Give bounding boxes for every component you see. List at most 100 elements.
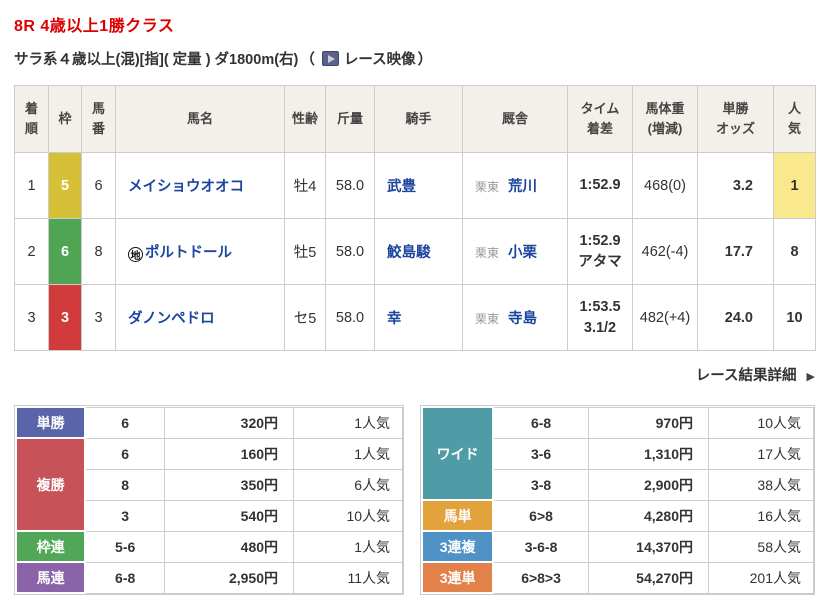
horse-name-cell: 地ポルトドール: [115, 218, 285, 285]
race-results-table: 着順 枠 馬番 馬名 性齢 斤量 騎手 厩舎 タイム 着差 馬体重 (増減) 単勝オ…: [14, 85, 816, 351]
number-cell: 6: [81, 152, 116, 219]
jockey-link[interactable]: 武豊: [387, 179, 416, 195]
payout-amount: 970円: [587, 406, 710, 439]
jockey-link[interactable]: 鮫島駿: [387, 245, 431, 261]
stable-cell: 栗東 荒川: [462, 152, 568, 219]
col-header-sex-age: 性齢: [284, 85, 326, 153]
col-header-number: 馬番: [81, 85, 116, 153]
payout-amount: 4,280円: [587, 499, 710, 532]
bet-type-label-quinella: 馬連: [14, 561, 87, 594]
payout-row-place: 複勝 6 160円 1人気: [14, 437, 404, 532]
combination: 3-8: [492, 468, 589, 501]
payout-popularity: 11人気: [293, 561, 404, 594]
bet-type-label-wide: ワイド: [421, 406, 495, 501]
stable-region: 栗東: [475, 180, 500, 194]
payout-row-trio: 3連複 3-6-8 14,370円 58人気: [421, 530, 814, 563]
col-header-position: 着順: [14, 85, 49, 153]
time-margin-cell: 1:52.9 アタマ: [567, 218, 633, 285]
time-margin-cell: 1:52.9: [567, 152, 633, 219]
payout-amount: 480円: [163, 530, 295, 563]
race-result-page: 8R 4歳以上1勝クラス サラ系４歳以上(混)[指]( 定量 ) ダ1800m(…: [0, 0, 825, 595]
payout-popularity: 58人気: [708, 530, 814, 563]
horse-name-link[interactable]: メイショウオオコ: [128, 179, 244, 195]
race-video-icon[interactable]: [321, 51, 339, 66]
paren-open: （: [300, 52, 315, 68]
payout-row-exacta: 馬単 6>8 4,280円 16人気: [421, 499, 814, 532]
combination: 3-6: [492, 437, 589, 470]
combination: 3-6-8: [492, 530, 589, 563]
col-header-weight: 斤量: [325, 85, 375, 153]
col-header-stable: 厩舎: [462, 85, 568, 153]
paren-close: ）: [417, 52, 433, 68]
horse-name-link[interactable]: ポルトドール: [145, 245, 232, 261]
payout-popularity: 10人気: [293, 499, 404, 532]
combination: 5-6: [84, 530, 166, 563]
combination: 6: [84, 437, 166, 470]
frame-cell: 6: [48, 218, 82, 285]
horse-name-cell: ダノンペドロ: [115, 284, 285, 351]
body-weight-cell: 468(0): [632, 152, 698, 219]
payout-amount: 1,310円: [587, 437, 710, 470]
payout-popularity: 1人気: [293, 406, 404, 439]
position-cell: 2: [14, 218, 49, 285]
payout-amount: 160円: [163, 437, 295, 470]
bet-type-label-trio: 3連複: [421, 530, 495, 563]
payout-popularity: 17人気: [708, 437, 814, 470]
odds-cell: 3.2: [697, 152, 774, 219]
popularity-cell: 10: [773, 284, 816, 351]
chevron-right-icon: ▶: [806, 371, 815, 383]
table-row: 3 3 3 ダノンペドロ セ5 58.0 幸 栗東 寺島 1:53.5 3.1/…: [14, 284, 816, 351]
results-header-row: 着順 枠 馬番 馬名 性齢 斤量 騎手 厩舎 タイム 着差 馬体重 (増減) 単勝オ…: [14, 85, 816, 153]
race-result-detail-label: レース結果詳細: [695, 368, 797, 384]
payout-row-trifecta: 3連単 6>8>3 54,270円 201人気: [421, 561, 814, 594]
combination: 6: [84, 406, 166, 439]
jockey-cell: 幸: [374, 284, 463, 351]
table-row: 1 5 6 メイショウオオコ 牡4 58.0 武豊 栗東 荒川 1:52.9 4…: [14, 152, 816, 219]
horse-name-link[interactable]: ダノンペドロ: [128, 311, 215, 327]
race-conditions: サラ系４歳以上(混)[指]( 定量 ) ダ1800m(右) （ レース映像 ）: [14, 48, 815, 69]
popularity-cell: 1: [773, 152, 816, 219]
col-header-time-margin: タイム 着差: [567, 85, 633, 153]
col-header-frame: 枠: [48, 85, 82, 153]
bet-type-label-win: 単勝: [14, 406, 87, 439]
trainer-link[interactable]: 寺島: [508, 311, 537, 327]
sex-age-cell: 牡4: [284, 152, 326, 219]
trainer-link[interactable]: 小栗: [508, 245, 537, 261]
position-cell: 3: [14, 284, 49, 351]
finish-time: 1:52.9: [579, 177, 621, 194]
race-conditions-text: サラ系４歳以上(混)[指]( 定量 ) ダ1800m(右): [14, 52, 299, 68]
margin: 3.1/2: [583, 319, 617, 336]
weight-cell: 58.0: [325, 284, 375, 351]
stable-region: 栗東: [475, 312, 500, 326]
payout-popularity: 1人気: [293, 437, 404, 470]
payout-popularity: 38人気: [708, 468, 814, 501]
payout-amount: 2,950円: [163, 561, 295, 594]
local-horse-mark: 地: [128, 247, 143, 262]
weight-cell: 58.0: [325, 152, 375, 219]
combination: 8: [84, 468, 166, 501]
payout-popularity: 6人気: [293, 468, 404, 501]
payout-amount: 540円: [163, 499, 295, 532]
bet-type-label-exacta: 馬単: [421, 499, 495, 532]
time-margin-cell: 1:53.5 3.1/2: [567, 284, 633, 351]
payout-row-bracket-quinella: 枠連 5-6 480円 1人気: [14, 530, 404, 563]
combination: 6-8: [492, 406, 589, 439]
col-header-horse: 馬名: [115, 85, 285, 153]
horse-name-cell: メイショウオオコ: [115, 152, 285, 219]
payout-table-left: 単勝 6 320円 1人気 複勝 6 160円 1人気 8 350円 6人気 3…: [14, 405, 405, 595]
stable-cell: 栗東 寺島: [462, 284, 568, 351]
race-result-detail-link[interactable]: レース結果詳細 ▶: [14, 364, 815, 385]
number-cell: 8: [81, 218, 116, 285]
jockey-cell: 武豊: [374, 152, 463, 219]
payout-amount: 350円: [163, 468, 295, 501]
combination: 3: [84, 499, 166, 532]
payout-amount: 320円: [163, 406, 295, 439]
sex-age-cell: 牡5: [284, 218, 326, 285]
jockey-link[interactable]: 幸: [387, 311, 402, 327]
margin: アタマ: [578, 253, 622, 270]
trainer-link[interactable]: 荒川: [508, 179, 537, 195]
bet-type-label-bracket-quinella: 枠連: [14, 530, 87, 563]
race-video-link[interactable]: レース映像: [344, 48, 416, 69]
number-cell: 3: [81, 284, 116, 351]
bet-type-label-trifecta: 3連単: [421, 561, 495, 594]
